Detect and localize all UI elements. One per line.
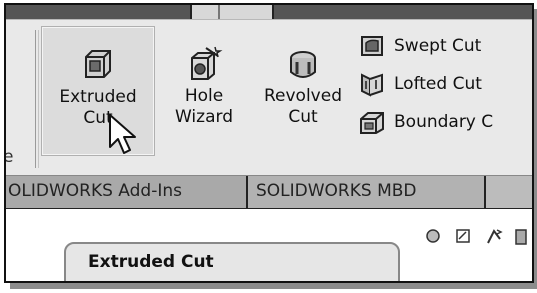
tooltip-text: Extruded Cut: [88, 252, 214, 272]
screenshot-frame: e Extruded Cut Hole Wizard Revolved Cut …: [4, 3, 534, 283]
swept-cut-button[interactable]: Swept Cut: [358, 32, 481, 60]
section-view-icon[interactable]: [514, 227, 528, 247]
hole-wizard-label-2: Wizard: [175, 107, 233, 127]
clipped-label: e: [4, 147, 14, 167]
previous-view-icon[interactable]: [484, 227, 504, 247]
hole-wizard-button[interactable]: Hole Wizard: [165, 26, 243, 128]
lofted-cut-icon: [358, 71, 386, 97]
hole-wizard-label-1: Hole: [184, 86, 224, 106]
revolved-cut-label-1: Revolved: [263, 86, 342, 106]
tab-mbd[interactable]: SOLIDWORKS MBD: [246, 176, 486, 208]
boundary-cut-label: Boundary C: [394, 112, 494, 132]
swept-cut-label: Swept Cut: [394, 36, 482, 56]
extruded-cut-icon: [42, 45, 154, 87]
swept-cut-icon: [358, 33, 386, 59]
command-manager-ribbon: e Extruded Cut Hole Wizard Revolved Cut …: [6, 19, 532, 176]
lofted-cut-button[interactable]: Lofted Cut: [358, 70, 482, 98]
extruded-cut-label-1: Extruded: [59, 87, 137, 107]
tooltip: Extruded Cut: [64, 242, 400, 281]
view-orientation-icon[interactable]: [424, 227, 442, 245]
mouse-pointer-icon: [109, 114, 136, 154]
lofted-cut-label: Lofted Cut: [394, 74, 482, 94]
group-divider-highlight: [38, 30, 39, 168]
group-divider: [35, 30, 36, 168]
hole-wizard-icon: [165, 44, 243, 86]
zoom-area-icon[interactable]: [454, 227, 472, 245]
boundary-cut-icon: [358, 109, 386, 135]
revolved-cut-icon: [254, 44, 352, 86]
top-tab-stub[interactable]: [190, 5, 274, 19]
revolved-cut-button[interactable]: Revolved Cut: [254, 26, 352, 128]
revolved-cut-label-2: Cut: [288, 107, 318, 127]
tab-add-ins[interactable]: OLIDWORKS Add-Ins: [6, 176, 250, 208]
title-strip: [6, 5, 532, 19]
command-manager-tabs: OLIDWORKS Add-Ins SOLIDWORKS MBD: [6, 175, 532, 210]
boundary-cut-button[interactable]: Boundary C: [358, 108, 493, 136]
